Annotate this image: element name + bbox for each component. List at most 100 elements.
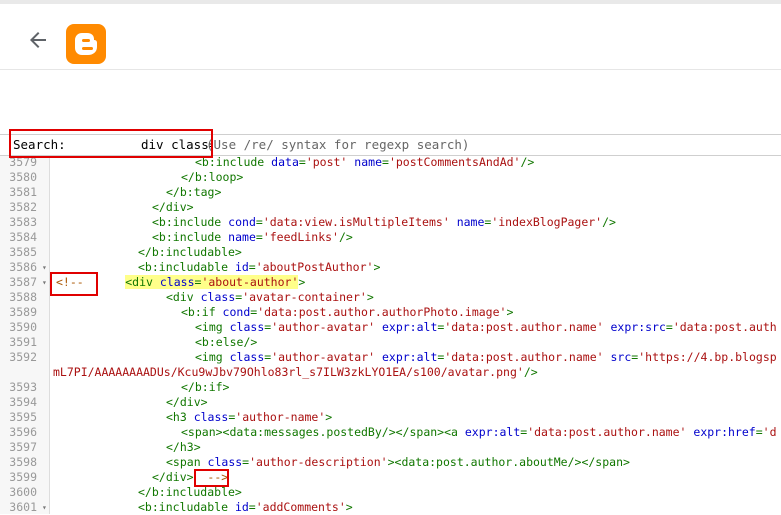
code-token: =: [248, 260, 256, 274]
comment-open-annotation-box: [50, 272, 98, 296]
code-text: <b:includable id='addComments'>: [138, 500, 353, 515]
code-line[interactable]: 3585 </b:includable>: [0, 245, 781, 260]
code-token: name: [228, 230, 256, 244]
code-token: </h3>: [166, 440, 201, 454]
code-line[interactable]: 3591 <b:else/>: [0, 335, 781, 350]
code-line[interactable]: 3593 </b:if>: [0, 380, 781, 395]
code-text: </h3>: [166, 440, 201, 455]
code-line[interactable]: 3582 </div>: [0, 200, 781, 215]
code-token: <div: [125, 275, 160, 289]
code-token: expr:alt: [381, 350, 438, 364]
code-token: expr:src: [610, 320, 666, 334]
code-token: 'post': [305, 155, 348, 169]
fold-toggle-icon[interactable]: ▾: [42, 275, 47, 290]
line-number: 3586: [9, 260, 37, 274]
line-number: 3585: [9, 245, 37, 259]
code-token: =: [665, 320, 673, 334]
code-token: class: [193, 410, 229, 424]
comment-close-annotation-box: [194, 469, 229, 487]
code-token: <b:includable: [138, 260, 235, 274]
code-editor[interactable]: 3579 <b:include data='post' name='postCom…: [0, 155, 781, 515]
code-token: src: [610, 350, 632, 364]
code-token: >: [506, 305, 514, 319]
code-token: id: [234, 500, 249, 514]
code-token: 'data:post.author.name': [444, 350, 604, 364]
line-number: 3601: [9, 500, 37, 514]
code-token: 'd: [762, 425, 777, 439]
code-token: 'author-avatar': [271, 320, 376, 334]
code-line[interactable]: 3586 ▾ <b:includable id='aboutPostAuthor'>: [0, 260, 781, 275]
code-line[interactable]: mL7PI/AAAAAAAADUs/Kcu9wJbv79Ohlo83rl_s7I…: [0, 365, 781, 380]
code-line[interactable]: 3598 <span class='author-description'><da…: [0, 455, 781, 470]
code-token: class: [229, 320, 265, 334]
code-text: </b:tag>: [166, 185, 221, 200]
code-text: mL7PI/AAAAAAAADUs/Kcu9wJbv79Ohlo83rl_s7I…: [53, 365, 538, 380]
code-line[interactable]: 3592 <img class='author-avatar' expr:alt=…: [0, 350, 781, 365]
line-number: 3596: [9, 425, 37, 439]
code-token: <span><data:messages.postedBy/></span><a: [181, 425, 465, 439]
code-token: >: [366, 290, 374, 304]
code-text: </b:loop>: [181, 170, 243, 185]
line-number: 3584: [9, 230, 37, 244]
line-number: 3600: [9, 485, 37, 499]
code-text: </div>: [152, 200, 194, 215]
code-line[interactable]: 3600 </b:includable>: [0, 485, 781, 500]
blogger-logo-icon[interactable]: [66, 24, 106, 64]
code-token: 'author-avatar': [271, 350, 376, 364]
back-arrow-icon[interactable]: [26, 28, 50, 52]
code-line[interactable]: 3595 <h3 class='author-name'>: [0, 410, 781, 425]
code-token: <b:includable: [138, 500, 235, 514]
code-line[interactable]: 3590 <img class='author-avatar' expr:alt=…: [0, 320, 781, 335]
code-token: class: [229, 350, 265, 364]
line-number: 3594: [9, 395, 37, 409]
fold-toggle-icon[interactable]: ▾: [42, 500, 47, 515]
code-line[interactable]: 3601 ▾ <b:includable id='addComments'>: [0, 500, 781, 515]
line-number: 3595: [9, 410, 37, 424]
code-token: 'author-description': [249, 455, 388, 469]
line-number: 3589: [9, 305, 37, 319]
code-token: =: [382, 155, 389, 169]
code-line[interactable]: 3580 </b:loop>: [0, 170, 781, 185]
code-token: </div>: [152, 200, 194, 214]
code-token: 'https://4.bp.blogsp: [638, 350, 777, 364]
code-line[interactable]: 3589 <b:if cond='data:post.author.authorP…: [0, 305, 781, 320]
code-line[interactable]: 3584 <b:include name='feedLinks'/>: [0, 230, 781, 245]
line-number: 3590: [9, 320, 37, 334]
code-line[interactable]: 3581 </b:tag>: [0, 185, 781, 200]
code-text: <b:include name='feedLinks'/>: [152, 230, 353, 245]
code-token: cond: [222, 305, 251, 319]
code-token: id: [234, 260, 249, 274]
search-hint: (Use /re/ syntax for regexp search): [206, 137, 470, 152]
top-bar: [0, 0, 781, 70]
code-token: </b:loop>: [181, 170, 244, 184]
code-line[interactable]: 3587 ▾ <!-- <div class='about-author'>: [0, 275, 781, 290]
line-number: 3588: [9, 290, 37, 304]
code-token: 'postCommentsAndAd': [388, 155, 521, 169]
code-token: />: [338, 230, 353, 244]
line-number: 3587: [9, 275, 37, 289]
code-token: expr:href: [693, 425, 756, 439]
line-number: 3592: [9, 350, 37, 364]
code-token: />: [602, 215, 616, 229]
code-token: class: [159, 275, 195, 289]
search-annotation-box: [9, 129, 213, 158]
fold-toggle-icon[interactable]: ▾: [42, 260, 47, 275]
code-text: <img class='author-avatar' expr:alt='dat…: [195, 320, 777, 335]
code-line[interactable]: 3599 </div> -->: [0, 470, 781, 485]
code-token: ><data:post.author.aboutMe/></span>: [387, 455, 630, 469]
line-number: 3598: [9, 455, 37, 469]
code-token: 'data:post.author.name': [444, 320, 604, 334]
code-line[interactable]: 3597 </h3>: [0, 440, 781, 455]
code-line[interactable]: 3596 <span><data:messages.postedBy/></spa…: [0, 425, 781, 440]
code-line[interactable]: 3583 <b:include cond='data:view.isMultipl…: [0, 215, 781, 230]
code-token: 'data:post.author.authorPhoto.image': [257, 305, 507, 319]
code-line[interactable]: 3588 <div class='avatar-container'>: [0, 290, 781, 305]
code-text: <b:include cond='data:view.isMultipleIte…: [152, 215, 616, 230]
code-text: </b:if>: [181, 380, 229, 395]
code-token: 'avatar-container': [242, 290, 367, 304]
code-token: name: [456, 215, 485, 229]
code-line[interactable]: 3594 </div>: [0, 395, 781, 410]
